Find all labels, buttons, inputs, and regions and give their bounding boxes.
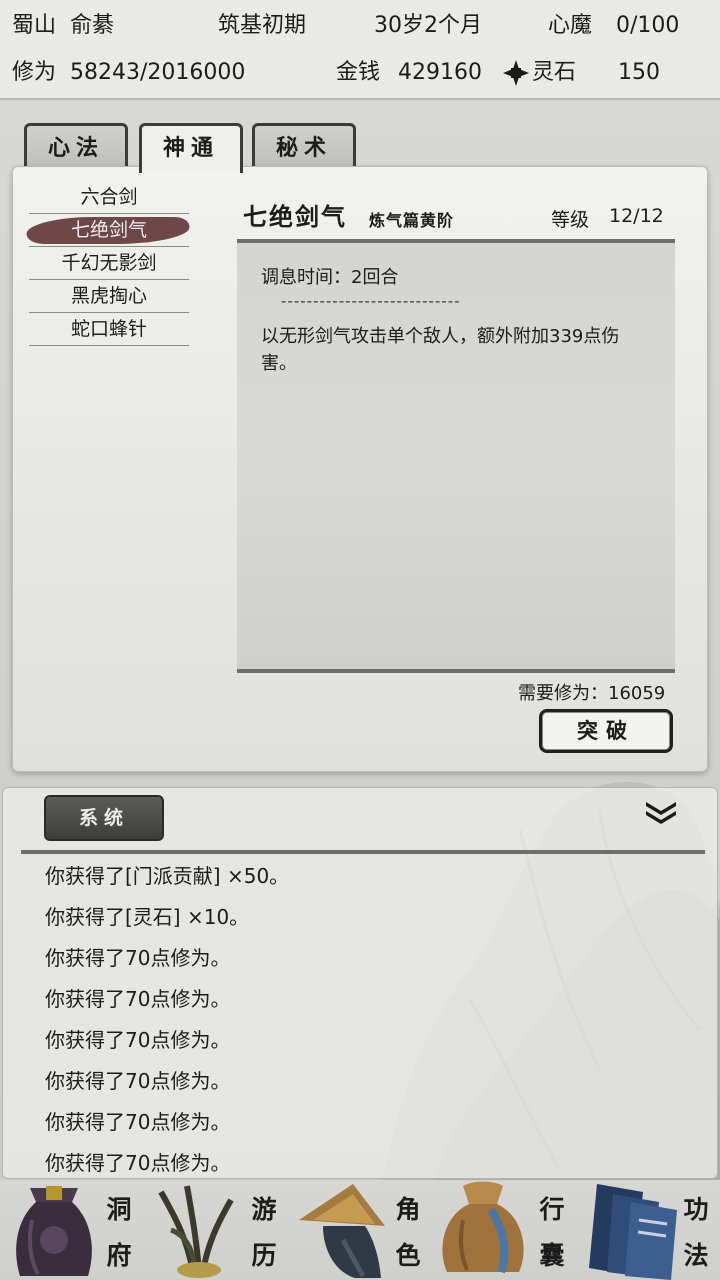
log-line: 你获得了70点修为。 [45,946,231,970]
nav-character[interactable]: 角 色 [289,1180,433,1280]
nav-label-char: 游 [251,1195,277,1224]
tab-secret-art[interactable]: 秘术 [252,123,356,171]
skill-title: 七绝剑气 [243,202,347,231]
cultivation-value: 58243/2016000 [70,60,246,85]
spirit-stone-label: 灵石 [532,60,577,85]
skill-item-selected[interactable]: 七绝剑气 [25,214,191,247]
money-label: 金钱 [336,60,381,85]
skill-item[interactable]: 六合剑 [29,181,189,214]
nav-label-char: 色 [395,1241,421,1270]
dashed-divider: ---------------------------- [281,292,461,310]
log-line: 你获得了70点修为。 [45,987,231,1011]
skill-item-label: 蛇口蜂针 [70,318,147,340]
cooldown-text: 调息时间：2回合 [261,267,399,288]
skill-item[interactable]: 黑虎掏心 [29,280,189,313]
treasure-bag-icon [16,1186,92,1276]
spirit-stone-value: 150 [618,60,660,85]
skill-level-value: 12/12 [609,205,664,227]
log-divider [21,850,705,854]
log-line: 你获得了[门派贡献] ×50。 [45,864,290,888]
tab-divine-power[interactable]: 神通 [139,123,243,173]
skill-item-label: 七绝剑气 [70,219,147,241]
skill-level-label: 等级 [551,209,590,231]
double-chevron-down-icon[interactable] [643,799,679,825]
heart-demon-label: 心魔 [548,13,593,38]
skill-item-label: 六合剑 [80,186,138,208]
scroll-book-icon [589,1184,677,1280]
nav-inventory[interactable]: 行 囊 [433,1180,577,1280]
log-line: 你获得了[灵石] ×10。 [45,905,250,929]
nav-label-char: 行 [539,1195,565,1224]
nav-label-char: 角 [395,1195,421,1224]
straw-hat-icon [299,1184,385,1278]
bottom-navigation: 洞 府 游 历 角 色 行 囊 功 法 [0,1180,720,1280]
log-line: 你获得了70点修为。 [45,1028,231,1052]
log-list: 你获得了[门派贡献] ×50。 你获得了[灵石] ×10。 你获得了70点修为。… [45,856,290,1178]
skill-grade: 炼气篇黄阶 [369,211,455,230]
money-value: 429160 [398,60,482,85]
log-line: 你获得了70点修为。 [45,1069,231,1093]
player-name: 俞綦 [70,13,115,38]
status-header: 蜀山 俞綦 筑基初期 30岁2个月 心魔 0/100 修为 58243/2016… [0,0,720,100]
spirit-stone-icon [503,60,529,86]
nav-label-char: 功 [683,1195,709,1224]
nav-label-char: 府 [106,1241,132,1270]
skill-item-label: 黑虎掏心 [70,285,147,307]
skill-item-label: 千幻无影剑 [61,252,157,274]
nav-cave-residence[interactable]: 洞 府 [0,1180,145,1280]
realm-level: 筑基初期 [218,13,307,38]
cloth-bag-icon [442,1181,524,1274]
skill-item[interactable]: 千幻无影剑 [29,247,189,280]
log-line: 你获得了70点修为。 [45,1151,231,1175]
cultivation-label: 修为 [12,60,57,85]
nav-label-char: 历 [251,1241,277,1270]
skill-item[interactable]: 蛇口蜂针 [29,313,189,346]
skill-panel: 六合剑 七绝剑气 千幻无影剑 黑虎掏心 蛇口蜂针 七绝剑气 炼气篇黄阶 等级 1… [12,166,708,772]
heart-demon-value: 0/100 [616,13,680,38]
log-line: 你获得了70点修为。 [45,1110,231,1134]
nav-label-char: 法 [683,1241,709,1270]
nav-label-char: 囊 [539,1241,565,1270]
skill-description-box: 调息时间：2回合 ---------------------------- 以无… [237,239,675,673]
nav-travel[interactable]: 游 历 [145,1180,289,1280]
skill-list: 六合剑 七绝剑气 千幻无影剑 黑虎掏心 蛇口蜂针 [25,181,191,346]
tab-mental-method[interactable]: 心法 [24,123,128,171]
tab-system[interactable]: 系统 [44,795,164,841]
herb-icon [158,1185,234,1278]
player-age: 30岁2个月 [374,13,482,38]
breakthrough-button[interactable]: 突破 [539,709,673,753]
required-cultivation: 需要修为：16059 [518,683,666,704]
skill-description: 以无形剑气攻击单个敌人，额外附加339点伤害。 [261,326,620,374]
sect-name: 蜀山 [12,13,57,38]
nav-techniques[interactable]: 功 法 [577,1180,720,1280]
nav-label-char: 洞 [106,1195,132,1224]
message-log-panel: 系统 你获得了[门派贡献] ×50。 你获得了[灵石] ×10。 你获得了70点… [2,787,718,1179]
